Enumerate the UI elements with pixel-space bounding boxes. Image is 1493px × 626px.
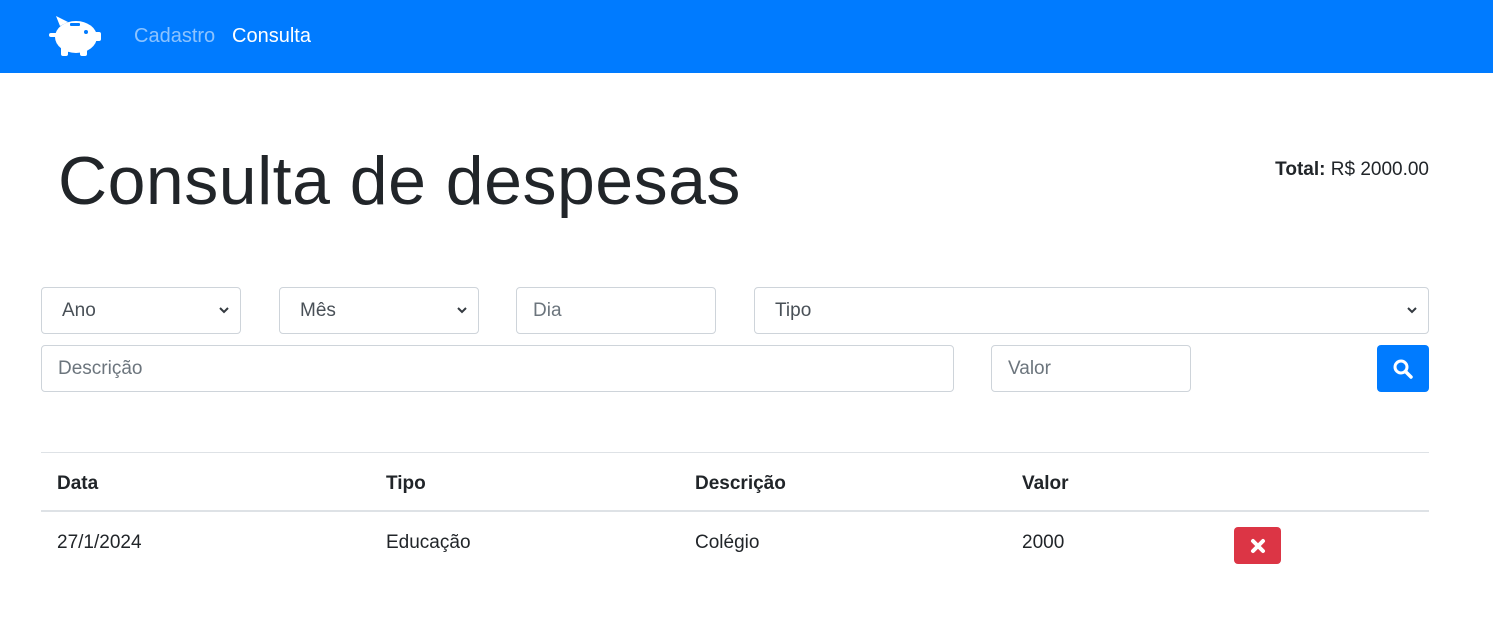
dia-placeholder: Dia — [533, 299, 562, 321]
cell-tipo: Educação — [386, 532, 471, 553]
descricao-placeholder: Descrição — [58, 357, 143, 379]
nav-link-consulta[interactable]: Consulta — [232, 24, 311, 48]
search-button[interactable] — [1377, 345, 1429, 392]
cell-descricao: Colégio — [695, 532, 760, 553]
ano-select[interactable]: Ano — [41, 287, 241, 334]
column-header-descricao: Descrição — [695, 473, 786, 494]
tipo-select[interactable]: Tipo — [754, 287, 1429, 334]
mes-select-value: Mês — [300, 299, 336, 321]
descricao-input[interactable]: Descrição — [41, 345, 954, 392]
chevron-down-icon — [1407, 307, 1417, 314]
chevron-down-icon — [457, 307, 467, 314]
total-value: R$ 2000.00 — [1330, 159, 1429, 180]
chevron-down-icon — [219, 307, 229, 314]
column-header-data: Data — [57, 473, 99, 494]
cell-valor: 2000 — [1022, 532, 1065, 553]
tipo-select-value: Tipo — [775, 299, 812, 321]
valor-placeholder: Valor — [1008, 357, 1051, 379]
total-summary: Total: R$ 2000.00 — [1275, 158, 1429, 182]
close-icon — [1250, 538, 1265, 553]
navbar: Cadastro Consulta — [0, 0, 1493, 73]
delete-button[interactable] — [1234, 527, 1281, 564]
search-icon — [1393, 359, 1413, 379]
dia-input[interactable]: Dia — [516, 287, 716, 334]
valor-input[interactable]: Valor — [991, 345, 1191, 392]
ano-select-value: Ano — [62, 299, 96, 321]
page-title: Consulta de despesas — [58, 143, 741, 219]
cell-data: 27/1/2024 — [57, 532, 142, 553]
column-header-valor: Valor — [1022, 473, 1069, 494]
table-header-border — [41, 510, 1429, 512]
mes-select[interactable]: Mês — [279, 287, 479, 334]
column-header-tipo: Tipo — [386, 473, 426, 494]
total-label: Total: — [1275, 159, 1326, 180]
nav-link-cadastro[interactable]: Cadastro — [134, 24, 215, 48]
table-top-border — [41, 452, 1429, 453]
piggy-bank-icon[interactable] — [46, 12, 104, 60]
